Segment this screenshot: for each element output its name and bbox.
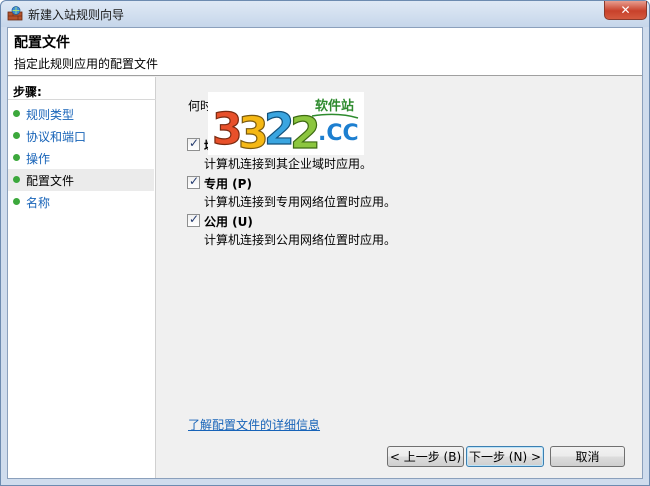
step-label[interactable]: 操作 xyxy=(26,150,50,167)
public-checkbox[interactable]: ✓ xyxy=(187,212,200,227)
step-rule-type[interactable]: 规则类型 xyxy=(8,103,154,125)
checkmark-icon: ✓ xyxy=(189,136,200,150)
checkmark-icon: ✓ xyxy=(189,174,200,188)
public-description: 计算机连接到公用网络位置时应用。 xyxy=(204,233,397,247)
step-bullet-icon xyxy=(13,176,20,183)
step-bullet-icon xyxy=(13,132,20,139)
divider xyxy=(8,99,156,100)
main-panel: 何时 ✓ 域 计算机连接到其企业域时应用。 ✓ 专用 (P) 计算机连接到专用网… xyxy=(157,77,642,478)
step-bullet-icon xyxy=(13,110,20,117)
learn-more-link[interactable]: 了解配置文件的详细信息 xyxy=(188,416,320,433)
close-icon: ✕ xyxy=(620,3,631,17)
title-bar[interactable]: 新建入站规则向导 ✕ xyxy=(1,1,649,27)
page-header: 配置文件 指定此规则应用的配置文件 xyxy=(8,28,642,76)
svg-text:.CC: .CC xyxy=(318,121,359,146)
wizard-body: 配置文件 指定此规则应用的配置文件 步骤: 规则类型 协议和端口 操作 配置文件 xyxy=(7,27,643,479)
checkmark-icon: ✓ xyxy=(189,212,200,226)
public-label[interactable]: 公用 (U) xyxy=(204,213,253,230)
private-checkbox[interactable]: ✓ xyxy=(187,174,200,189)
step-name[interactable]: 名称 xyxy=(8,191,154,213)
wizard-window: 新建入站规则向导 ✕ 配置文件 指定此规则应用的配置文件 步骤: 规则类型 协议… xyxy=(0,0,650,486)
step-protocol-ports[interactable]: 协议和端口 xyxy=(8,125,154,147)
steps-heading: 步骤: xyxy=(13,85,42,99)
back-button[interactable]: < 上一步 (B) xyxy=(387,446,464,467)
window-title: 新建入站规则向导 xyxy=(28,8,125,22)
step-label[interactable]: 配置文件 xyxy=(26,172,74,189)
domain-description: 计算机连接到其企业域时应用。 xyxy=(204,157,373,171)
cancel-button[interactable]: 取消 xyxy=(550,446,625,467)
firewall-icon xyxy=(7,6,23,21)
domain-checkbox[interactable]: ✓ xyxy=(187,136,200,151)
close-button[interactable]: ✕ xyxy=(604,1,647,20)
step-label[interactable]: 规则类型 xyxy=(26,106,74,123)
private-label[interactable]: 专用 (P) xyxy=(204,175,252,192)
step-bullet-icon xyxy=(13,198,20,205)
steps-sidebar: 步骤: 规则类型 协议和端口 操作 配置文件 名称 xyxy=(8,77,156,478)
site-watermark-logo: 3 3 2 2 软件站 .CC xyxy=(208,92,364,155)
step-action[interactable]: 操作 xyxy=(8,147,154,169)
step-profile[interactable]: 配置文件 xyxy=(8,169,154,191)
step-label[interactable]: 协议和端口 xyxy=(26,128,86,145)
step-label[interactable]: 名称 xyxy=(26,194,50,211)
step-bullet-icon xyxy=(13,154,20,161)
next-button[interactable]: 下一步 (N) > xyxy=(466,446,544,467)
svg-text:软件站: 软件站 xyxy=(315,98,354,114)
private-description: 计算机连接到专用网络位置时应用。 xyxy=(204,195,397,209)
page-subtitle: 指定此规则应用的配置文件 xyxy=(14,57,159,71)
page-title: 配置文件 xyxy=(14,35,70,51)
